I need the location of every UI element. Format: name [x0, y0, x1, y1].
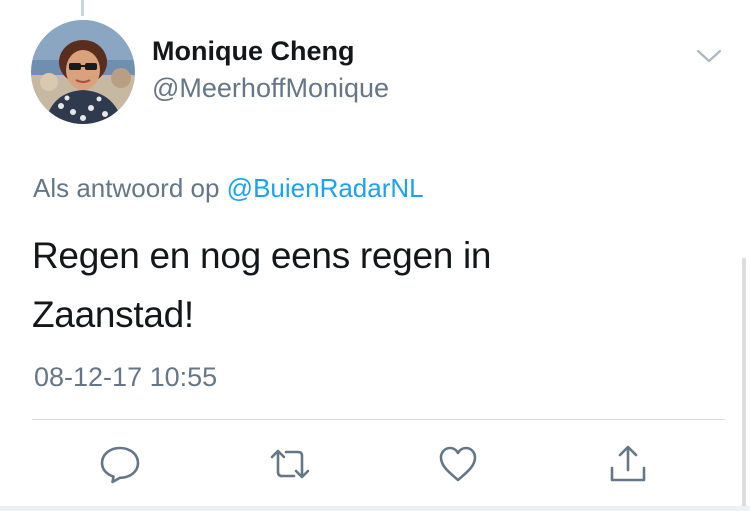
share-icon [610, 445, 646, 482]
user-handle[interactable]: @MeerhoffMonique [152, 73, 389, 104]
profile-photo-icon [31, 20, 135, 124]
divider [32, 419, 725, 420]
reply-mention-link[interactable]: @BuienRadarNL [227, 173, 424, 203]
tweet-text-line: Zaanstad! [32, 294, 194, 335]
avatar[interactable] [31, 20, 135, 124]
like-button[interactable] [436, 442, 480, 486]
reply-context: Als antwoord op @BuienRadarNL [33, 173, 424, 204]
reply-context-prefix: Als antwoord op [33, 173, 227, 203]
share-button[interactable] [606, 442, 650, 486]
tweet-text-line: Regen en nog eens regen in [32, 235, 492, 276]
tweet-text: Regen en nog eens regen in Zaanstad! [32, 226, 692, 344]
speech-bubble-icon [100, 446, 140, 484]
bottom-divider [0, 506, 750, 511]
reply-button[interactable] [98, 442, 142, 486]
tweet-timestamp: 08-12-17 10:55 [34, 362, 218, 392]
chevron-down-icon [696, 49, 722, 63]
retweet-icon [270, 449, 310, 479]
tweet-menu-button[interactable] [694, 44, 724, 68]
retweet-button[interactable] [268, 442, 312, 486]
display-name[interactable]: Monique Cheng [152, 36, 354, 67]
thread-connector-line [81, 0, 84, 16]
tweet-detail-view: Monique Cheng @MeerhoffMonique Als antwo… [0, 0, 750, 511]
heart-icon [439, 446, 477, 482]
scrollbar[interactable] [742, 258, 746, 508]
